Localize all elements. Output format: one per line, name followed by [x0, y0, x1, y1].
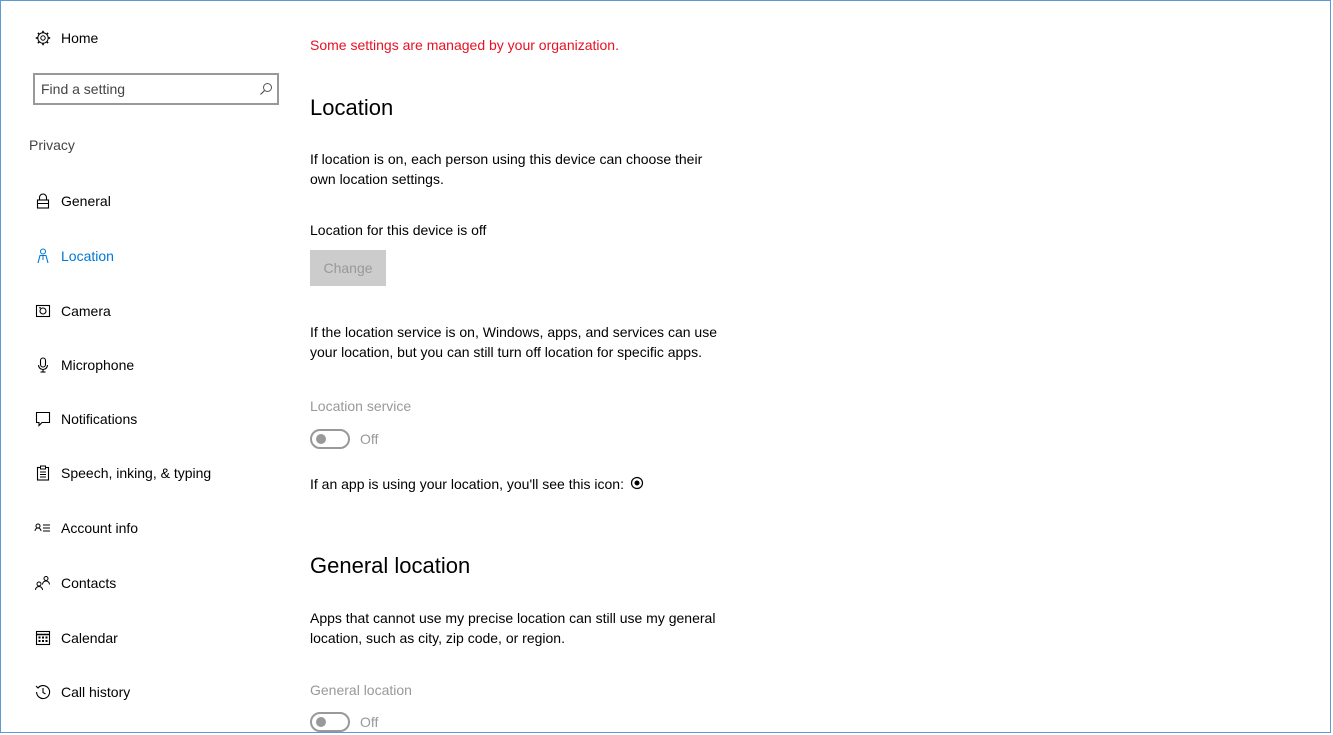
- main-content: Some settings are managed by your organi…: [310, 1, 910, 732]
- sidebar-item-label: Microphone: [61, 357, 135, 373]
- location-desc-line1: If location is on, each person using thi…: [310, 151, 703, 167]
- general-location-toggle-row: Off: [310, 712, 378, 732]
- sidebar-item-label: Speech, inking, & typing: [61, 465, 212, 481]
- general-location-desc-line2: location, such as city, zip code, or reg…: [310, 630, 565, 646]
- sidebar-item-label: Account info: [61, 520, 139, 536]
- general-location-toggle[interactable]: [310, 712, 350, 732]
- sidebar-item-general[interactable]: General: [1, 181, 281, 221]
- sidebar: Home Privacy General Location Came: [1, 1, 291, 732]
- change-button[interactable]: Change: [310, 250, 386, 286]
- gear-icon: [33, 28, 53, 48]
- settings-window: Home Privacy General Location Came: [0, 0, 1331, 733]
- sidebar-item-camera[interactable]: Camera: [1, 291, 281, 331]
- sidebar-item-notifications[interactable]: Notifications: [1, 399, 281, 439]
- history-icon: [33, 682, 53, 702]
- location-icon-note: If an app is using your location, you'll…: [310, 476, 624, 492]
- sidebar-item-calendar[interactable]: Calendar: [1, 618, 281, 658]
- location-service-toggle-row: Off: [310, 429, 378, 449]
- general-location-heading: General location: [310, 553, 471, 578]
- home-label: Home: [61, 30, 99, 46]
- location-in-use-icon: [630, 475, 644, 495]
- toggle-knob: [316, 717, 326, 727]
- location-desc-line2: own location settings.: [310, 171, 444, 187]
- service-desc-line2: your location, but you can still turn of…: [310, 344, 702, 360]
- search-box: [33, 73, 279, 105]
- sidebar-item-account-info[interactable]: Account info: [1, 508, 281, 548]
- sidebar-item-label: Camera: [61, 303, 111, 319]
- sidebar-item-label: Calendar: [61, 630, 118, 646]
- device-location-status: Location for this device is off: [310, 222, 487, 238]
- sidebar-item-location[interactable]: Location: [1, 236, 281, 276]
- calendar-icon: [33, 628, 53, 648]
- clipboard-icon: [33, 463, 53, 483]
- managed-notice: Some settings are managed by your organi…: [310, 37, 619, 53]
- sidebar-item-speech[interactable]: Speech, inking, & typing: [1, 453, 281, 493]
- sidebar-item-microphone[interactable]: Microphone: [1, 345, 281, 385]
- service-desc-line1: If the location service is on, Windows, …: [310, 324, 717, 340]
- location-heading: Location: [310, 95, 394, 120]
- location-service-state: Off: [360, 431, 379, 447]
- home-link[interactable]: Home: [1, 18, 281, 58]
- contacts-icon: [33, 573, 53, 593]
- sidebar-item-label: Contacts: [61, 575, 117, 591]
- search-input[interactable]: [35, 80, 255, 98]
- general-location-label: General location: [310, 682, 412, 698]
- lock-icon: [33, 191, 53, 211]
- sidebar-item-label: Notifications: [61, 411, 138, 427]
- location-service-label: Location service: [310, 398, 412, 414]
- sidebar-item-label: Location: [61, 248, 114, 264]
- camera-icon: [33, 301, 53, 321]
- general-location-state: Off: [360, 714, 379, 730]
- person-location-icon: [33, 246, 53, 266]
- account-info-icon: [33, 518, 53, 538]
- location-service-toggle[interactable]: [310, 429, 350, 449]
- general-location-desc-line1: Apps that cannot use my precise location…: [310, 610, 716, 626]
- sidebar-item-label: General: [61, 193, 111, 209]
- search-icon[interactable]: [255, 82, 277, 96]
- sidebar-item-contacts[interactable]: Contacts: [1, 563, 281, 603]
- location-icon-note-row: If an app is using your location, you'll…: [310, 474, 644, 495]
- sidebar-item-label: Call history: [61, 684, 131, 700]
- sidebar-item-call-history[interactable]: Call history: [1, 672, 281, 712]
- toggle-knob: [316, 434, 326, 444]
- notification-icon: [33, 409, 53, 429]
- microphone-icon: [33, 355, 53, 375]
- privacy-group-label: Privacy: [29, 137, 75, 153]
